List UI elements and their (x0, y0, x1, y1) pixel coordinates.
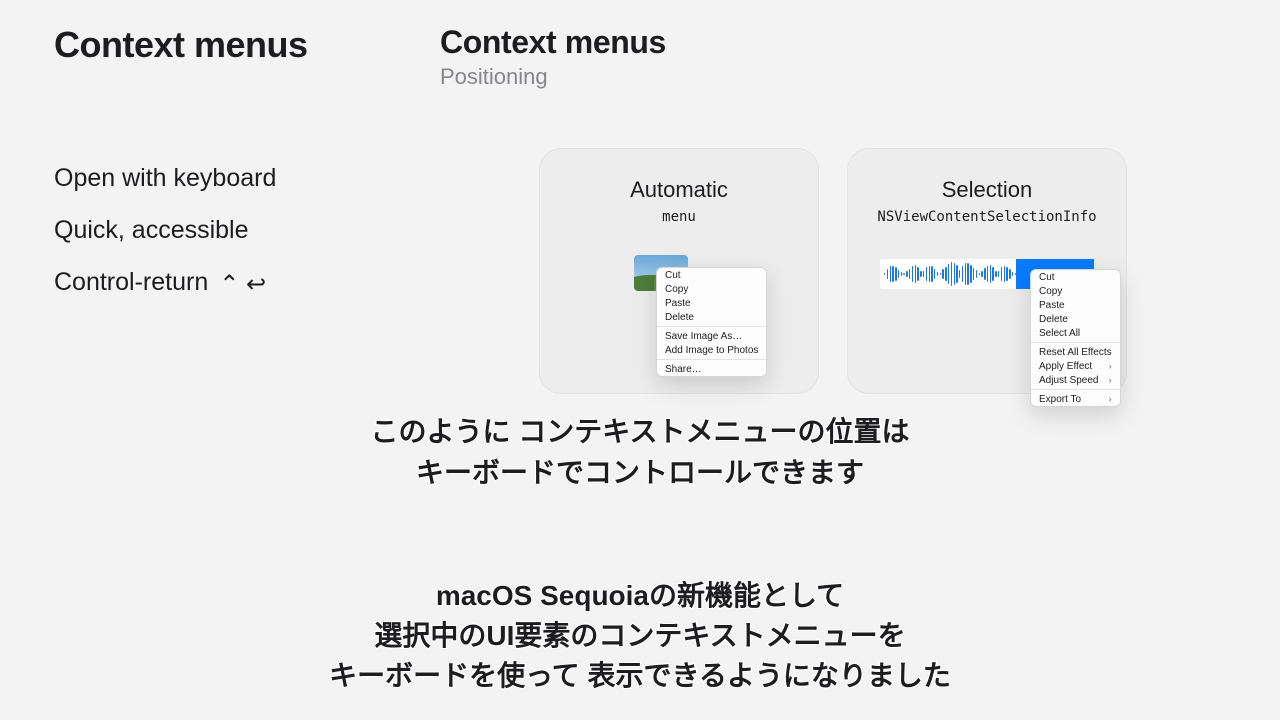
caption-line: このように コンテキストメニューの位置は (0, 412, 1280, 453)
menu-item-apply-effect[interactable]: Apply Effect › (1031, 359, 1120, 373)
bullet-item: Quick, accessible (54, 214, 394, 248)
menu-item-export-to[interactable]: Export To › (1031, 392, 1120, 406)
menu-item-reset-effects[interactable]: Reset All Effects (1031, 345, 1120, 359)
bullet-label: Control-return (54, 268, 208, 296)
context-menu-automatic[interactable]: Cut Copy Paste Delete Save Image As… Add… (656, 267, 767, 377)
menu-item-add-photos[interactable]: Add Image to Photos (657, 343, 766, 357)
page-title: Context menus (54, 24, 394, 66)
chevron-right-icon: › (1109, 394, 1112, 404)
caption-block-1: このように コンテキストメニューの位置は キーボードでコントロールできます (0, 412, 1280, 493)
menu-item-delete[interactable]: Delete (657, 310, 766, 324)
menu-item-adjust-speed[interactable]: Adjust Speed › (1031, 373, 1120, 387)
menu-item-copy[interactable]: Copy (657, 282, 766, 296)
menu-item-cut[interactable]: Cut (1031, 270, 1120, 284)
menu-item-label: Export To (1039, 394, 1081, 405)
keyboard-shortcut-icon: ⌃ ↩ (219, 271, 266, 298)
menu-item-copy[interactable]: Copy (1031, 284, 1120, 298)
caption-block-2: macOS Sequoiaの新機能として 選択中のUI要素のコンテキストメニュー… (0, 576, 1280, 695)
bullet-list: Open with keyboard Quick, accessible Con… (54, 162, 394, 299)
menu-item-paste[interactable]: Paste (1031, 298, 1120, 312)
bullet-item: Open with keyboard (54, 162, 394, 196)
menu-item-save-image[interactable]: Save Image As… (657, 329, 766, 343)
menu-item-delete[interactable]: Delete (1031, 312, 1120, 326)
caption-line: キーボードでコントロールできます (0, 453, 1280, 494)
menu-item-label: Adjust Speed (1039, 375, 1099, 386)
caption-line: キーボードを使って 表示できるようになりました (0, 656, 1280, 696)
chevron-right-icon: › (1109, 361, 1112, 371)
card-title: Selection (848, 177, 1126, 203)
card-title: Automatic (540, 177, 818, 203)
card-automatic: Automatic menu Cut Copy Paste Delete Sav… (539, 148, 819, 394)
chevron-right-icon: › (1109, 375, 1112, 385)
menu-item-label: Apply Effect (1039, 361, 1092, 372)
card-subtitle: menu (540, 209, 818, 225)
card-selection: Selection NSViewContentSelectionInfo Cut… (847, 148, 1127, 394)
section-subtitle: Positioning (440, 64, 1226, 90)
menu-item-cut[interactable]: Cut (657, 268, 766, 282)
caption-line: macOS Sequoiaの新機能として (0, 576, 1280, 616)
caption-line: 選択中のUI要素のコンテキストメニューを (0, 616, 1280, 656)
menu-item-paste[interactable]: Paste (657, 296, 766, 310)
menu-item-share[interactable]: Share… (657, 362, 766, 376)
section-title: Context menus (440, 24, 1226, 61)
context-menu-selection[interactable]: Cut Copy Paste Delete Select All Reset A… (1030, 269, 1121, 407)
card-subtitle: NSViewContentSelectionInfo (848, 209, 1126, 225)
menu-item-select-all[interactable]: Select All (1031, 326, 1120, 340)
bullet-item: Control-return ⌃ ↩ (54, 266, 394, 300)
